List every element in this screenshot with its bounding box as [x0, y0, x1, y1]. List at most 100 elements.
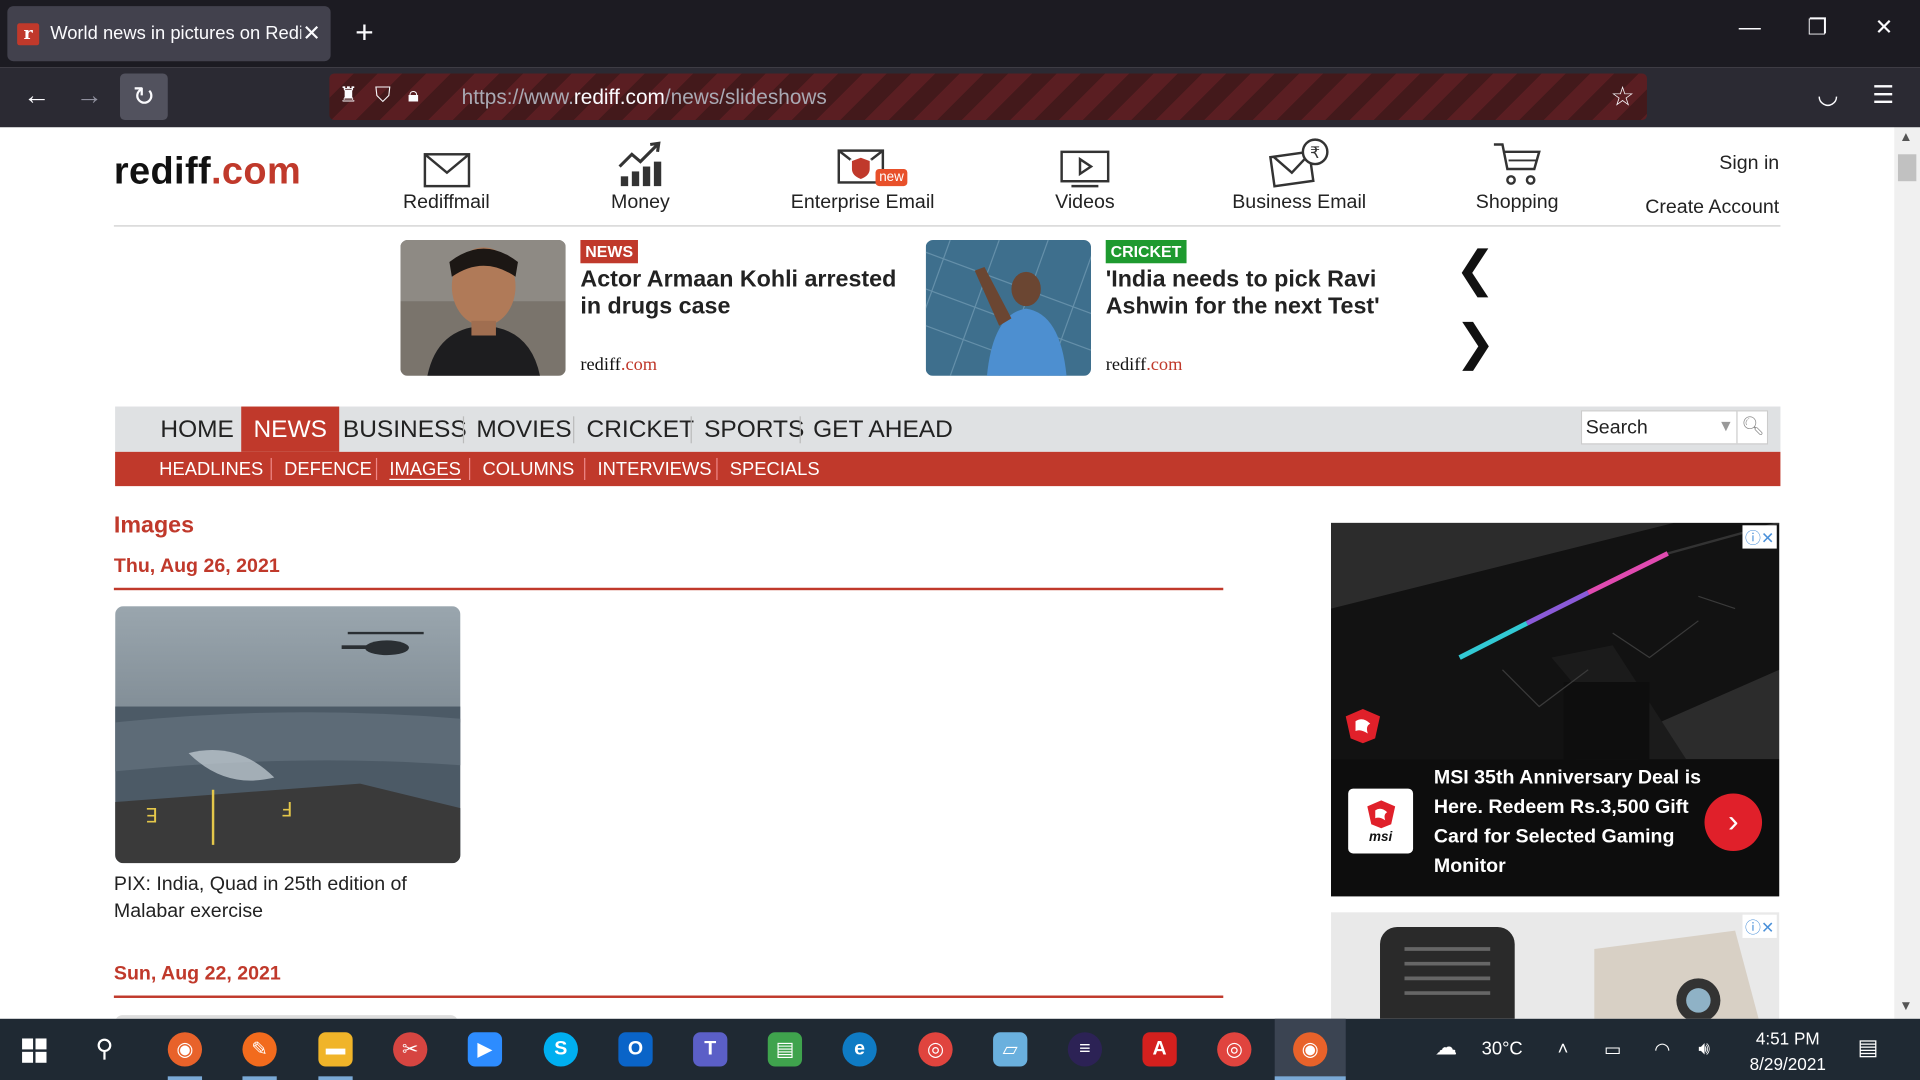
previous-story-chevron-icon[interactable]: ❮	[1455, 241, 1496, 297]
sub-navigation: HEADLINES DEFENCE IMAGES COLUMNS INTERVI…	[115, 451, 1781, 488]
ad-close-icon[interactable]: ⓘ✕	[1742, 525, 1777, 549]
nav-get-ahead[interactable]: GET AHEAD	[801, 407, 965, 452]
nav-movies[interactable]: MOVIES	[464, 407, 584, 452]
subnav-defence[interactable]: DEFENCE	[284, 452, 372, 488]
sketch-pen-icon[interactable]: ✎	[242, 1032, 277, 1067]
header-money[interactable]: Money	[598, 137, 684, 214]
header-enterprise-email[interactable]: new Enterprise Email	[780, 137, 945, 214]
subnav-images[interactable]: IMAGES	[389, 452, 460, 488]
nav-home[interactable]: HOME	[148, 407, 246, 452]
subnav-columns[interactable]: COLUMNS	[482, 452, 574, 488]
acrobat-icon[interactable]: A	[1142, 1032, 1177, 1067]
window-close-icon[interactable]: ✕	[1875, 15, 1893, 41]
new-tab-icon[interactable]: +	[355, 16, 374, 48]
forward-icon[interactable]: →	[76, 80, 103, 112]
firefox-icon[interactable]: ◉	[1293, 1032, 1328, 1067]
weather-temperature[interactable]: 30°C	[1482, 1038, 1523, 1059]
bookmark-star-icon[interactable]: ☆	[1611, 81, 1635, 113]
eclipse-icon[interactable]: ≡	[1067, 1032, 1103, 1067]
tab-close-icon[interactable]: ✕	[302, 21, 320, 47]
outlook-icon[interactable]: O	[618, 1032, 653, 1067]
second-ad-banner[interactable]: ⓘ✕	[1331, 912, 1780, 1019]
nav-news[interactable]: NEWS	[241, 406, 340, 452]
file-explorer-icon[interactable]: ▬	[318, 1032, 353, 1067]
story-headline[interactable]: Actor Armaan Kohli arrested in drugs cas…	[580, 267, 904, 321]
slideshow-caption[interactable]: PIX: India, Quad in 25th edition of Mala…	[114, 872, 469, 926]
tray-chevron-icon[interactable]: ˄	[1558, 1038, 1569, 1059]
teams-icon[interactable]: T	[693, 1032, 728, 1067]
pocket-icon[interactable]: ◡	[1817, 80, 1838, 111]
search-dropdown-icon[interactable]: ▼	[1718, 416, 1734, 434]
ad-copy[interactable]: MSI 35th Anniversary Deal is Here. Redee…	[1434, 764, 1710, 882]
image-editor-icon[interactable]: ▤	[767, 1032, 803, 1067]
page-scrollbar[interactable]: ▲ ▼	[1894, 127, 1920, 1019]
top-story[interactable]: CRICKET 'India needs to pick Ravi Ashwin…	[925, 240, 1430, 376]
private-mask-icon[interactable]: ♜	[339, 83, 358, 107]
windows-start-icon[interactable]	[22, 1038, 47, 1063]
menu-icon[interactable]: ☰	[1872, 80, 1894, 111]
subnav-specials[interactable]: SPECIALS	[730, 452, 820, 488]
firefox-icon[interactable]: ◉	[167, 1032, 203, 1067]
nav-business[interactable]: BUSINESS	[331, 407, 479, 452]
subnav-interviews[interactable]: INTERVIEWS	[598, 452, 712, 488]
lock-icon[interactable]: 🔒︎	[408, 83, 419, 107]
story-thumbnail[interactable]	[400, 240, 566, 376]
url-text[interactable]: https://www.rediff.com/news/slideshows	[462, 86, 827, 110]
shield-mail-icon: new	[780, 137, 945, 188]
minimize-icon[interactable]: —	[1739, 15, 1761, 41]
nav-sports[interactable]: SPORTS	[692, 407, 817, 452]
back-icon[interactable]: ←	[23, 80, 50, 112]
rediff-logo[interactable]: rediff.com	[114, 149, 301, 193]
create-account-link[interactable]: Create Account	[1645, 186, 1779, 230]
scroll-down-icon[interactable]: ▼	[1899, 999, 1912, 1014]
msi-ad-banner[interactable]: ⓘ✕ msi MSI 35th Anniversary Deal is Here…	[1331, 522, 1780, 897]
address-bar[interactable]: ♜ ⛉ 🔒︎ https://www.rediff.com/news/slide…	[329, 73, 1647, 121]
reload-icon[interactable]: ↻	[120, 73, 168, 121]
scroll-up-icon[interactable]: ▲	[1899, 130, 1912, 145]
subnav-headlines[interactable]: HEADLINES	[159, 452, 263, 488]
top-story[interactable]: NEWS Actor Armaan Kohli arrested in drug…	[400, 240, 904, 376]
edge-icon[interactable]: e	[842, 1032, 877, 1067]
header-rediffmail[interactable]: Rediffmail	[389, 137, 503, 214]
rediff-favicon-icon: r	[17, 22, 40, 45]
header-shopping[interactable]: Shopping	[1467, 137, 1567, 214]
svg-text:E: E	[146, 803, 158, 826]
ad-arrow-icon[interactable]: ›	[1704, 793, 1763, 852]
weather-cloud-icon[interactable]: ☁	[1435, 1035, 1457, 1061]
notifications-icon[interactable]: ▤	[1858, 1035, 1879, 1061]
paint-icon[interactable]: ✂	[393, 1032, 428, 1067]
notes-icon[interactable]: ▱	[993, 1032, 1028, 1067]
chrome-icon[interactable]: ◎	[918, 1032, 953, 1067]
browser-tab[interactable]: r World news in pictures on Rediff ✕	[7, 6, 331, 62]
slideshow-thumbnail[interactable]: EF	[115, 606, 461, 864]
search-input[interactable]: Search ▼ 🔍︎	[1580, 410, 1769, 445]
system-clock[interactable]: 4:51 PM 8/29/2021	[1739, 1026, 1837, 1077]
nav-cricket[interactable]: CRICKET	[574, 407, 706, 452]
mail-icon	[389, 137, 503, 188]
search-icon[interactable]: ⚲	[96, 1033, 114, 1064]
search-icon[interactable]: 🔍︎	[1736, 411, 1768, 444]
story-thumbnail[interactable]	[925, 240, 1092, 376]
header-business-email[interactable]: ₹ Business Email	[1226, 137, 1373, 214]
story-headline[interactable]: 'India needs to pick Ravi Ashwin for the…	[1106, 267, 1430, 321]
volume-icon[interactable]: 🔊︎	[1698, 1038, 1710, 1059]
tracking-shield-icon[interactable]: ⛉	[375, 83, 391, 107]
skype-icon[interactable]: S	[543, 1032, 578, 1067]
header-divider	[113, 225, 1781, 227]
new-badge: new	[875, 168, 908, 187]
video-icon	[1047, 137, 1123, 188]
header-videos[interactable]: Videos	[1047, 137, 1123, 214]
sign-in-link[interactable]: Sign in	[1645, 142, 1779, 186]
zoom-icon[interactable]: ▶	[467, 1032, 503, 1067]
account-links: Sign in Create Account	[1645, 142, 1779, 230]
wifi-icon[interactable]: ◠	[1654, 1038, 1670, 1061]
battery-icon[interactable]: ▭	[1604, 1038, 1621, 1061]
rupee-mail-icon: ₹	[1226, 137, 1373, 188]
scroll-thumb[interactable]	[1897, 154, 1917, 182]
chrome-icon[interactable]: ◎	[1217, 1032, 1252, 1067]
restore-icon[interactable]: ❐	[1807, 15, 1827, 41]
ad-close-icon[interactable]: ⓘ✕	[1742, 914, 1777, 938]
tab-title: World news in pictures on Rediff	[50, 23, 302, 45]
chart-icon	[598, 137, 684, 188]
next-story-chevron-icon[interactable]: ❯	[1455, 315, 1496, 371]
